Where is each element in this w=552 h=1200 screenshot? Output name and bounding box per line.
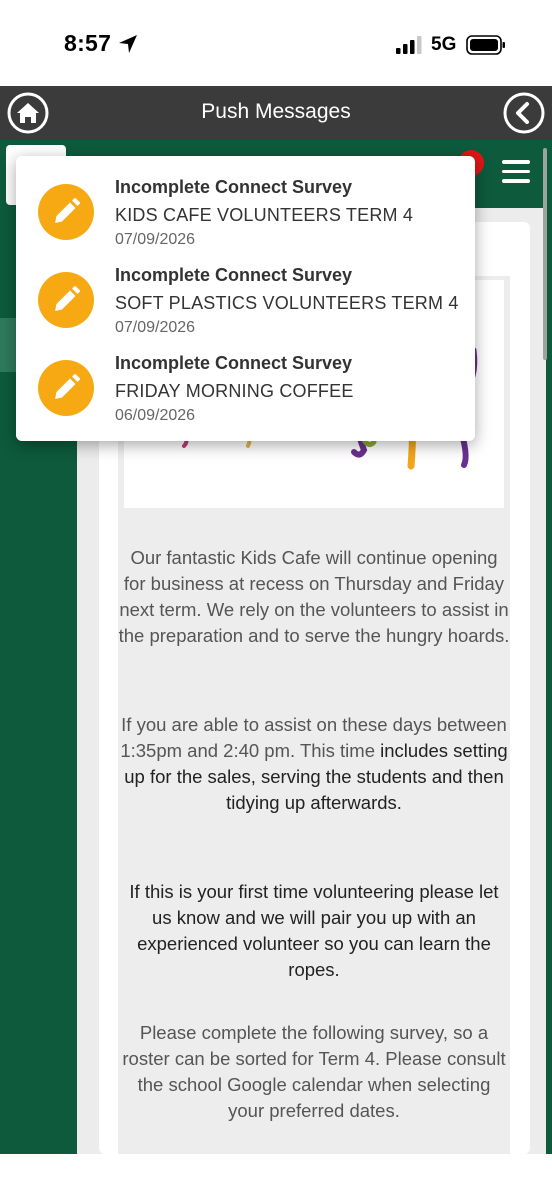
pencil-icon bbox=[38, 360, 94, 416]
article-paragraph-2: If you are able to assist on these days … bbox=[118, 712, 510, 816]
hamburger-icon[interactable] bbox=[502, 160, 530, 188]
message-item[interactable]: Incomplete Connect Survey KIDS CAFE VOLU… bbox=[16, 156, 475, 248]
message-title: Incomplete Connect Survey bbox=[115, 177, 353, 197]
push-messages-popup: Incomplete Connect Survey KIDS CAFE VOLU… bbox=[16, 156, 475, 441]
page-title: Push Messages bbox=[201, 100, 351, 123]
message-subtitle: SOFT PLASTICS VOLUNTEERS TERM 4 bbox=[115, 293, 459, 313]
article-paragraph-4: Please complete the following survey, so… bbox=[122, 1022, 506, 1121]
message-subtitle: FRIDAY MORNING COFFEE bbox=[115, 381, 354, 401]
status-time: 8:57 bbox=[64, 30, 112, 56]
battery-icon bbox=[466, 35, 505, 55]
back-arrow-icon[interactable] bbox=[503, 92, 545, 134]
status-bar: 8:57 5G bbox=[0, 0, 552, 86]
pencil-icon bbox=[38, 184, 94, 240]
message-title: Incomplete Connect Survey bbox=[115, 265, 353, 285]
message-date: 06/09/2026 bbox=[115, 407, 196, 424]
message-subtitle: KIDS CAFE VOLUNTEERS TERM 4 bbox=[115, 205, 414, 225]
article-paragraph-3: If this is your first time volunteering … bbox=[129, 881, 499, 980]
pencil-icon bbox=[38, 272, 94, 328]
title-bar: Push Messages bbox=[0, 86, 552, 140]
message-item[interactable]: Incomplete Connect Survey FRIDAY MORNING… bbox=[16, 332, 475, 424]
signal-icon bbox=[396, 36, 422, 54]
article-paragraph-1: Our fantastic Kids Cafe will continue op… bbox=[118, 547, 510, 646]
message-item[interactable]: Incomplete Connect Survey SOFT PLASTICS … bbox=[16, 244, 475, 336]
scrollbar[interactable] bbox=[543, 148, 547, 360]
bottom-area bbox=[0, 1154, 552, 1200]
network-type: 5G bbox=[431, 34, 457, 55]
location-arrow-icon bbox=[119, 35, 137, 53]
message-title: Incomplete Connect Survey bbox=[115, 353, 353, 373]
